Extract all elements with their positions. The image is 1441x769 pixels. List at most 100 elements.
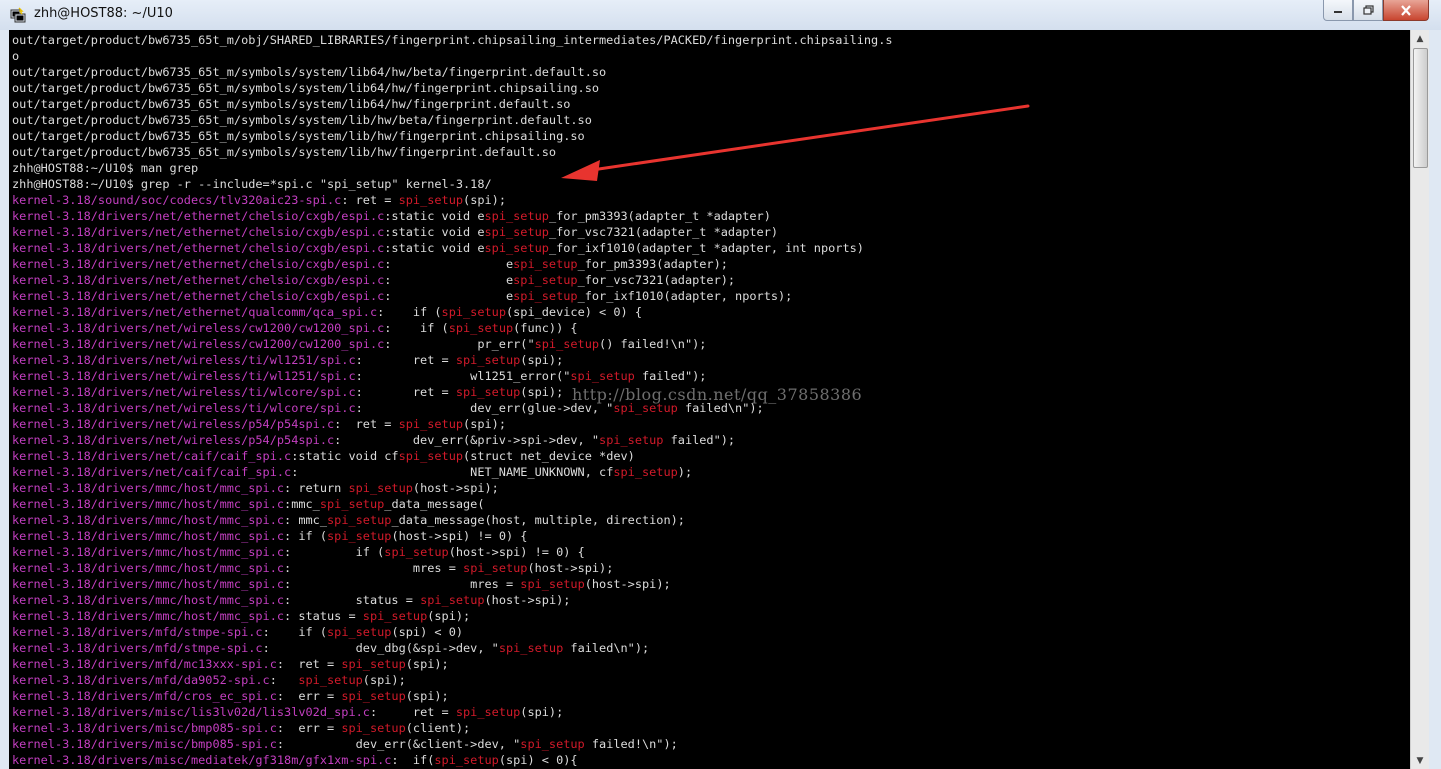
maximize-button[interactable] <box>1353 0 1383 21</box>
grep-filename: kernel-3.18/drivers/misc/bmp085-spi.c <box>12 737 277 751</box>
terminal-line: kernel-3.18/drivers/net/ethernet/chelsio… <box>12 224 893 240</box>
terminal-line: kernel-3.18/drivers/mfd/da9052-spi.c: sp… <box>12 672 893 688</box>
line-text: (host->spi); <box>584 577 671 591</box>
terminal-line: kernel-3.18/drivers/mfd/stmpe-spi.c: if … <box>12 624 893 640</box>
grep-filename: kernel-3.18/drivers/mmc/host/mmc_spi.c <box>12 561 285 575</box>
grep-match: spi_setup <box>434 753 499 767</box>
putty-terminal-icon <box>10 7 26 23</box>
terminal-output[interactable]: out/target/product/bw6735_65t_m/obj/SHAR… <box>9 30 1429 769</box>
terminal-line: kernel-3.18/drivers/net/ethernet/chelsio… <box>12 256 893 272</box>
line-text: (func)) { <box>513 321 578 335</box>
terminal-line: kernel-3.18/drivers/net/caif/caif_spi.c:… <box>12 464 893 480</box>
line-text: (spi) < 0) <box>391 625 464 639</box>
line-text: : if ( <box>384 321 449 335</box>
terminal-line: kernel-3.18/drivers/net/caif/caif_spi.c:… <box>12 448 893 464</box>
terminal-line: out/target/product/bw6735_65t_m/obj/SHAR… <box>12 32 893 48</box>
line-text: _data_message( <box>384 497 485 511</box>
grep-filename: kernel-3.18/drivers/net/ethernet/chelsio… <box>12 209 385 223</box>
grep-match: spi_setup <box>534 337 600 351</box>
terminal-line: kernel-3.18/drivers/net/wireless/cw1200/… <box>12 320 893 336</box>
grep-filename: kernel-3.18/drivers/net/wireless/cw1200/… <box>12 321 385 335</box>
watermark: http://blog.csdn.net/qq_37858386 <box>572 385 863 404</box>
line-text: (spi_device) < 0) { <box>505 305 643 319</box>
line-text: : e <box>384 289 514 303</box>
grep-match: spi_setup <box>513 289 578 303</box>
grep-filename: kernel-3.18/drivers/mmc/host/mmc_spi.c <box>12 545 285 559</box>
terminal-line: zhh@HOST88:~/U10$ man grep <box>12 160 893 176</box>
line-text: (host->spi) != 0) { <box>448 545 585 559</box>
window-titlebar[interactable]: zhh@HOST88: ~/U10 <box>0 0 1441 31</box>
line-text: : ret = <box>341 193 399 207</box>
terminal-line: out/target/product/bw6735_65t_m/symbols/… <box>12 80 893 96</box>
line-text: :mmc_ <box>284 497 320 511</box>
line-text: : e <box>384 273 514 287</box>
grep-match: spi_setup <box>520 577 585 591</box>
line-text: () failed!\n"); <box>599 337 707 351</box>
scroll-down-button[interactable]: ▼ <box>1411 752 1429 769</box>
grep-filename: kernel-3.18/drivers/mmc/host/mmc_spi.c <box>12 481 285 495</box>
grep-filename: kernel-3.18/drivers/misc/mediatek/gf318m… <box>12 753 392 767</box>
grep-match: spi_setup <box>327 513 392 527</box>
grep-filename: kernel-3.18/drivers/mfd/stmpe-spi.c <box>12 641 263 655</box>
line-text: : if ( <box>284 529 327 543</box>
grep-filename: kernel-3.18/drivers/mmc/host/mmc_spi.c <box>12 513 285 527</box>
grep-filename: kernel-3.18/drivers/mmc/host/mmc_spi.c <box>12 609 285 623</box>
line-text: ); <box>677 465 693 479</box>
line-text: : mres = <box>284 577 521 591</box>
grep-filename: kernel-3.18/drivers/misc/bmp085-spi.c <box>12 721 277 735</box>
terminal-line: kernel-3.18/drivers/mfd/stmpe-spi.c: dev… <box>12 640 893 656</box>
terminal-line: kernel-3.18/drivers/mmc/host/mmc_spi.c: … <box>12 480 893 496</box>
grep-filename: kernel-3.18/drivers/net/ethernet/chelsio… <box>12 257 385 271</box>
grep-filename: kernel-3.18/drivers/mmc/host/mmc_spi.c <box>12 577 285 591</box>
grep-match: spi_setup <box>455 705 521 719</box>
line-text: : if( <box>391 753 435 767</box>
grep-filename: kernel-3.18/sound/soc/codecs/tlv320aic23… <box>12 193 342 207</box>
scroll-thumb[interactable] <box>1413 48 1428 168</box>
grep-match: spi_setup <box>498 641 564 655</box>
window-left-border <box>0 30 9 769</box>
line-text: _for_pm3393(adapter); <box>577 257 728 271</box>
minimize-button[interactable] <box>1323 0 1353 21</box>
line-text: out/target/product/bw6735_65t_m/symbols/… <box>12 145 557 159</box>
terminal-line: kernel-3.18/drivers/net/ethernet/chelsio… <box>12 240 893 256</box>
line-text: o <box>12 49 20 63</box>
terminal-line: kernel-3.18/drivers/net/ethernet/chelsio… <box>12 208 893 224</box>
line-text: : status = <box>284 593 421 607</box>
line-text: zhh@HOST88:~/U10$ man grep <box>12 161 199 175</box>
grep-filename: kernel-3.18/drivers/net/ethernet/chelsio… <box>12 225 385 239</box>
minimize-icon <box>1334 11 1342 13</box>
close-button[interactable] <box>1383 0 1429 21</box>
grep-match: spi_setup <box>341 657 406 671</box>
terminal-line: kernel-3.18/drivers/net/ethernet/chelsio… <box>12 288 893 304</box>
grep-match: spi_setup <box>599 433 664 447</box>
grep-match: spi_setup <box>341 721 406 735</box>
vertical-scrollbar[interactable]: ▲ ▼ <box>1410 30 1429 769</box>
terminal-line: kernel-3.18/drivers/net/wireless/p54/p54… <box>12 432 893 448</box>
line-text: (spi) < 0){ <box>498 753 578 767</box>
grep-match: spi_setup <box>327 625 392 639</box>
scroll-up-button[interactable]: ▲ <box>1411 30 1429 47</box>
line-text: _data_message(host, multiple, direction)… <box>391 513 685 527</box>
terminal-line: kernel-3.18/drivers/mmc/host/mmc_spi.c: … <box>12 544 893 560</box>
terminal-line: kernel-3.18/drivers/mmc/host/mmc_spi.c: … <box>12 608 893 624</box>
terminal-line: out/target/product/bw6735_65t_m/symbols/… <box>12 144 893 160</box>
grep-match: spi_setup <box>298 673 363 687</box>
grep-match: spi_setup <box>520 737 585 751</box>
line-text: failed"); <box>663 433 736 447</box>
line-text: failed"); <box>634 369 707 383</box>
grep-match: spi_setup <box>341 689 406 703</box>
grep-filename: kernel-3.18/drivers/mmc/host/mmc_spi.c <box>12 529 285 543</box>
terminal-line: o <box>12 48 893 64</box>
line-text: _for_ixf1010(adapter, nports); <box>577 289 793 303</box>
grep-filename: kernel-3.18/drivers/mfd/stmpe-spi.c <box>12 625 263 639</box>
terminal-line: out/target/product/bw6735_65t_m/symbols/… <box>12 128 893 144</box>
grep-match: spi_setup <box>319 497 385 511</box>
line-text: : ret = <box>276 657 342 671</box>
arrow-up-icon: ▲ <box>1416 33 1424 44</box>
line-text: : mres = <box>284 561 464 575</box>
grep-match: spi_setup <box>455 353 521 367</box>
line-text: : ret = <box>334 417 399 431</box>
line-text: (spi); <box>520 705 564 719</box>
grep-filename: kernel-3.18/drivers/misc/lis3lv02d/lis3l… <box>12 705 370 719</box>
line-text: : dev_err(&client->dev, " <box>276 737 521 751</box>
